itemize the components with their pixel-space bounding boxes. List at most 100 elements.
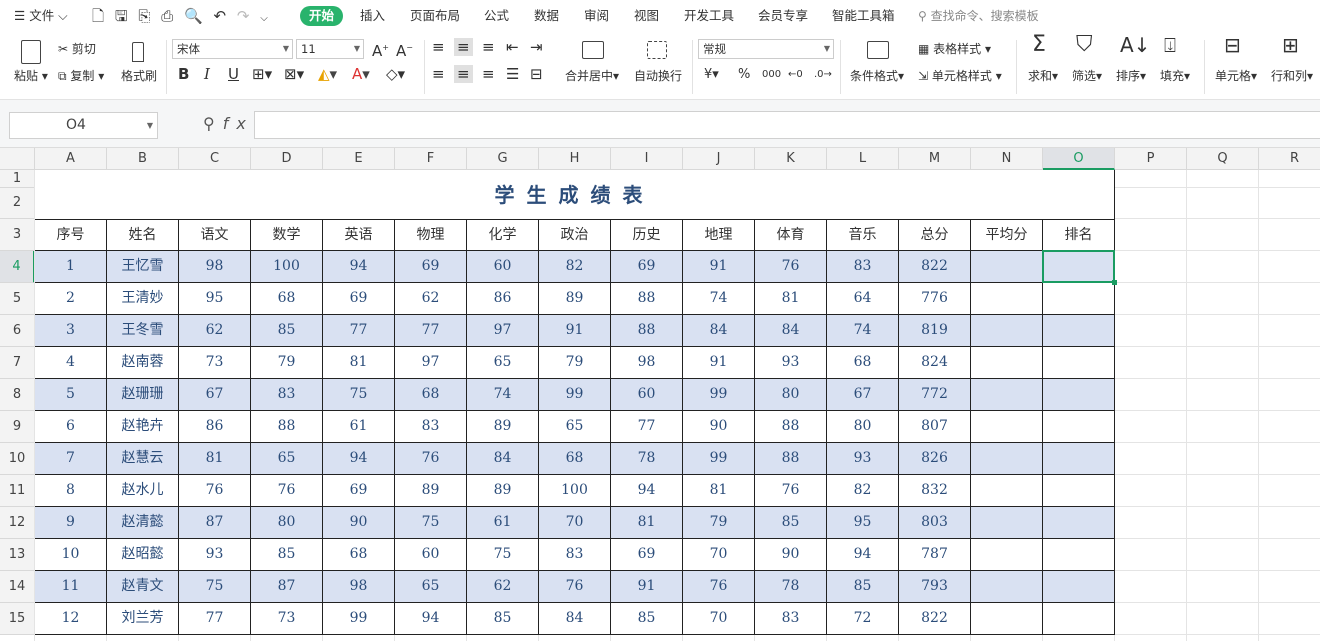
zoom-icon[interactable]: ⚲	[203, 114, 223, 133]
table-cell[interactable]: 826	[899, 443, 971, 474]
table-cell[interactable]: 74	[827, 315, 899, 346]
table-cell[interactable]	[971, 475, 1043, 506]
table-cell[interactable]: 88	[611, 283, 683, 314]
column-header-A[interactable]: A	[35, 148, 107, 170]
table-cell[interactable]: 81	[611, 507, 683, 538]
table-cell[interactable]: 69	[323, 475, 395, 506]
row-header-15[interactable]: 15	[0, 603, 35, 635]
table-cell[interactable]	[971, 251, 1043, 282]
column-label[interactable]: 政治	[539, 220, 611, 250]
align-middle-icon[interactable]: ≡	[454, 38, 473, 56]
column-header-B[interactable]: B	[107, 148, 179, 170]
decrease-indent-icon[interactable]: ⇤	[506, 40, 519, 55]
table-cell[interactable]: 824	[899, 347, 971, 378]
table-cell[interactable]: 90	[683, 411, 755, 442]
format-painter-button[interactable]: 格式刷	[121, 69, 157, 83]
wrap-text-button[interactable]: 自动换行	[634, 69, 682, 83]
table-cell[interactable]: 王清妙	[107, 283, 179, 314]
copy-button[interactable]: ⧉ 复制 ▾	[58, 69, 104, 83]
increase-indent-icon[interactable]: ⇥	[530, 40, 543, 55]
table-cell[interactable]: 72	[827, 603, 899, 634]
table-cell[interactable]: 772	[899, 379, 971, 410]
table-cell[interactable]: 99	[683, 443, 755, 474]
table-cell[interactable]: 61	[323, 411, 395, 442]
row-header-10[interactable]: 10	[0, 443, 35, 475]
table-cell[interactable]: 832	[899, 475, 971, 506]
table-cell[interactable]: 91	[539, 315, 611, 346]
currency-icon[interactable]: ¥▾	[704, 68, 719, 82]
table-cell[interactable]: 7	[35, 443, 107, 474]
table-cell[interactable]	[1043, 411, 1115, 442]
table-cell[interactable]: 62	[395, 283, 467, 314]
table-cell[interactable]: 75	[323, 379, 395, 410]
sheet-title[interactable]: 学生成绩表	[35, 170, 1115, 219]
table-cell[interactable]: 99	[683, 379, 755, 410]
table-cell[interactable]: 84	[467, 443, 539, 474]
formula-input[interactable]	[254, 111, 1320, 139]
table-cell[interactable]: 65	[467, 347, 539, 378]
customize-icon[interactable]: ⌵	[260, 13, 268, 24]
table-cell[interactable]: 90	[755, 539, 827, 570]
column-header-G[interactable]: G	[467, 148, 539, 170]
cut-button[interactable]: ✂ 剪切	[58, 42, 96, 56]
column-label[interactable]: 序号	[35, 220, 107, 250]
italic-icon[interactable]: I	[204, 67, 210, 82]
table-cell[interactable]: 98	[323, 571, 395, 602]
bold-icon[interactable]: B	[178, 67, 189, 82]
table-cell[interactable]: 76	[395, 443, 467, 474]
column-header-K[interactable]: K	[755, 148, 827, 170]
row-header-14[interactable]: 14	[0, 571, 35, 603]
print-preview-icon[interactable]: 🔍	[184, 7, 203, 25]
table-cell[interactable]: 69	[323, 283, 395, 314]
table-cell[interactable]	[971, 443, 1043, 474]
table-cell[interactable]: 94	[611, 475, 683, 506]
name-box[interactable]: O4 ▼	[9, 112, 158, 139]
table-cell[interactable]	[1043, 347, 1115, 378]
table-cell[interactable]	[1043, 603, 1115, 634]
table-cell[interactable]	[971, 283, 1043, 314]
table-cell[interactable]: 85	[611, 603, 683, 634]
table-cell[interactable]: 76	[755, 251, 827, 282]
table-cell[interactable]: 822	[899, 251, 971, 282]
number-format-select[interactable]: 常规 ▼	[698, 39, 834, 59]
table-cell[interactable]: 65	[539, 411, 611, 442]
table-cell[interactable]: 787	[899, 539, 971, 570]
table-cell[interactable]	[971, 603, 1043, 634]
table-cell[interactable]: 5	[35, 379, 107, 410]
table-cell[interactable]: 76	[755, 475, 827, 506]
table-cell[interactable]: 77	[179, 603, 251, 634]
column-label[interactable]: 姓名	[107, 220, 179, 250]
sort-button[interactable]: 排序▾	[1116, 69, 1146, 83]
tab-data[interactable]: 数据	[534, 6, 559, 26]
distributed-icon[interactable]: ⊟	[530, 67, 543, 82]
align-left-icon[interactable]: ≡	[432, 67, 445, 82]
table-cell[interactable]: 93	[179, 539, 251, 570]
table-cell[interactable]: 77	[395, 315, 467, 346]
tab-insert[interactable]: 插入	[360, 6, 385, 26]
table-cell[interactable]: 83	[251, 379, 323, 410]
table-cell[interactable]: 84	[755, 315, 827, 346]
align-center-icon[interactable]: ≡	[454, 65, 473, 83]
column-header-C[interactable]: C	[179, 148, 251, 170]
table-cell[interactable]: 69	[611, 539, 683, 570]
increase-font-icon[interactable]: A+	[372, 41, 389, 59]
column-header-N[interactable]: N	[971, 148, 1043, 170]
column-header-P[interactable]: P	[1115, 148, 1187, 170]
column-header-J[interactable]: J	[683, 148, 755, 170]
fill-button[interactable]: 填充▾	[1160, 69, 1190, 83]
table-cell[interactable]: 793	[899, 571, 971, 602]
row-header-7[interactable]: 7	[0, 347, 35, 379]
font-color-icon[interactable]: A▾	[352, 67, 370, 82]
table-cell[interactable]: 78	[755, 571, 827, 602]
undo-icon[interactable]: ↶	[213, 7, 226, 25]
column-label[interactable]: 地理	[683, 220, 755, 250]
table-cell[interactable]: 65	[251, 443, 323, 474]
table-cell[interactable]: 60	[467, 251, 539, 282]
column-header-R[interactable]: R	[1259, 148, 1320, 170]
table-cell[interactable]: 100	[539, 475, 611, 506]
table-cell[interactable]	[1043, 283, 1115, 314]
table-cell[interactable]	[971, 347, 1043, 378]
table-cell[interactable]: 94	[323, 251, 395, 282]
filter-button[interactable]: 筛选▾	[1072, 69, 1102, 83]
column-label[interactable]: 英语	[323, 220, 395, 250]
